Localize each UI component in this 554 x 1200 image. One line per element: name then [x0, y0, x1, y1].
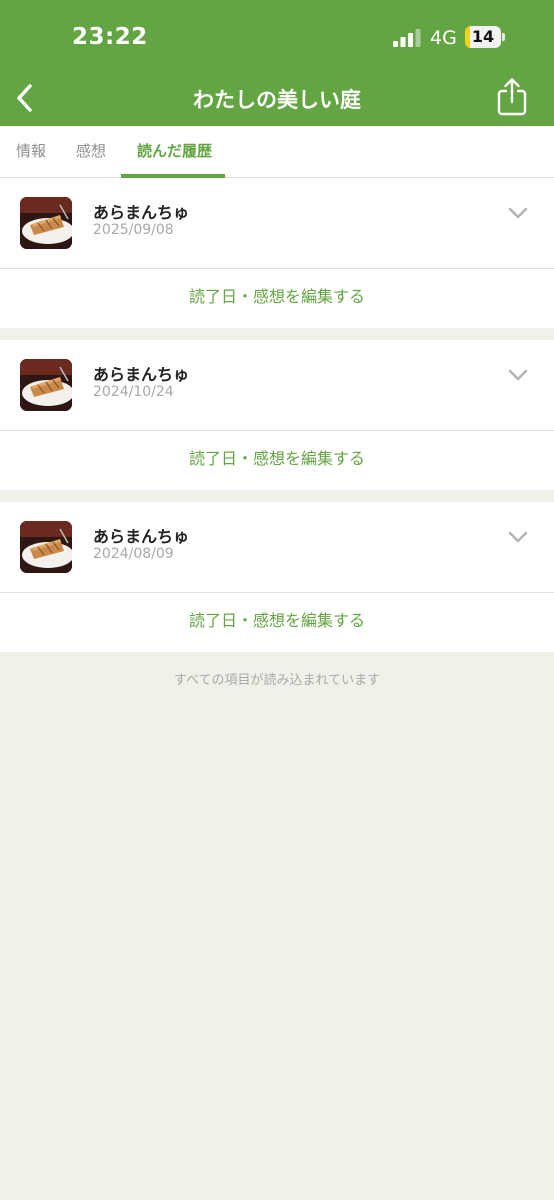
- book-cover-thumbnail: [20, 359, 72, 411]
- history-entry-row[interactable]: あらまんちゅ 2025/09/08: [0, 178, 554, 268]
- battery-percent: 14: [471, 27, 495, 46]
- history-entry-row[interactable]: あらまんちゅ 2024/08/09: [0, 502, 554, 592]
- edit-read-date-button[interactable]: 読了日・感想を編集する: [0, 593, 554, 652]
- pie-photo-image: [20, 197, 72, 249]
- status-time: 23:22: [72, 24, 148, 50]
- battery-tip: [502, 33, 505, 41]
- book-title: あらまんちゅ: [93, 203, 190, 222]
- edit-read-date-button[interactable]: 読了日・感想を編集する: [0, 431, 554, 490]
- network-type: 4G: [430, 27, 457, 49]
- edit-read-date-button[interactable]: 読了日・感想を編集する: [0, 269, 554, 328]
- book-title: あらまんちゅ: [93, 365, 190, 384]
- tab-info[interactable]: 情報: [16, 126, 46, 177]
- all-items-loaded-message: すべての項目が読み込まれています: [173, 673, 381, 688]
- history-entry-row[interactable]: あらまんちゅ 2024/10/24: [0, 340, 554, 430]
- chevron-down-icon[interactable]: [507, 205, 529, 221]
- tab-reading-history[interactable]: 読んだ履歴: [137, 126, 212, 177]
- page-title: わたしの美しい庭: [193, 88, 361, 112]
- read-date: 2024/10/24: [93, 384, 174, 400]
- book-cover-thumbnail: [20, 197, 72, 249]
- tab-bar: 情報 感想 読んだ履歴: [0, 126, 554, 178]
- read-date: 2024/08/09: [93, 546, 174, 562]
- chevron-down-icon[interactable]: [507, 529, 529, 545]
- tab-impressions[interactable]: 感想: [76, 126, 106, 177]
- signal-strength-icon: [393, 29, 421, 47]
- book-cover-thumbnail: [20, 521, 72, 573]
- share-icon: [497, 78, 527, 116]
- battery-icon: 14: [465, 26, 501, 48]
- history-card: あらまんちゅ 2024/08/09 読了日・感想を編集する: [0, 502, 554, 652]
- pie-photo-image: [20, 521, 72, 573]
- read-date: 2025/09/08: [93, 222, 174, 238]
- share-button[interactable]: [494, 76, 530, 118]
- history-card: あらまんちゅ 2025/09/08 読了日・感想を編集する: [0, 178, 554, 328]
- book-title: あらまんちゅ: [93, 527, 190, 546]
- history-card: あらまんちゅ 2024/10/24 読了日・感想を編集する: [0, 340, 554, 490]
- pie-photo-image: [20, 359, 72, 411]
- chevron-down-icon[interactable]: [507, 367, 529, 383]
- app-header: 23:22 4G 14 わたしの美しい庭: [0, 0, 554, 126]
